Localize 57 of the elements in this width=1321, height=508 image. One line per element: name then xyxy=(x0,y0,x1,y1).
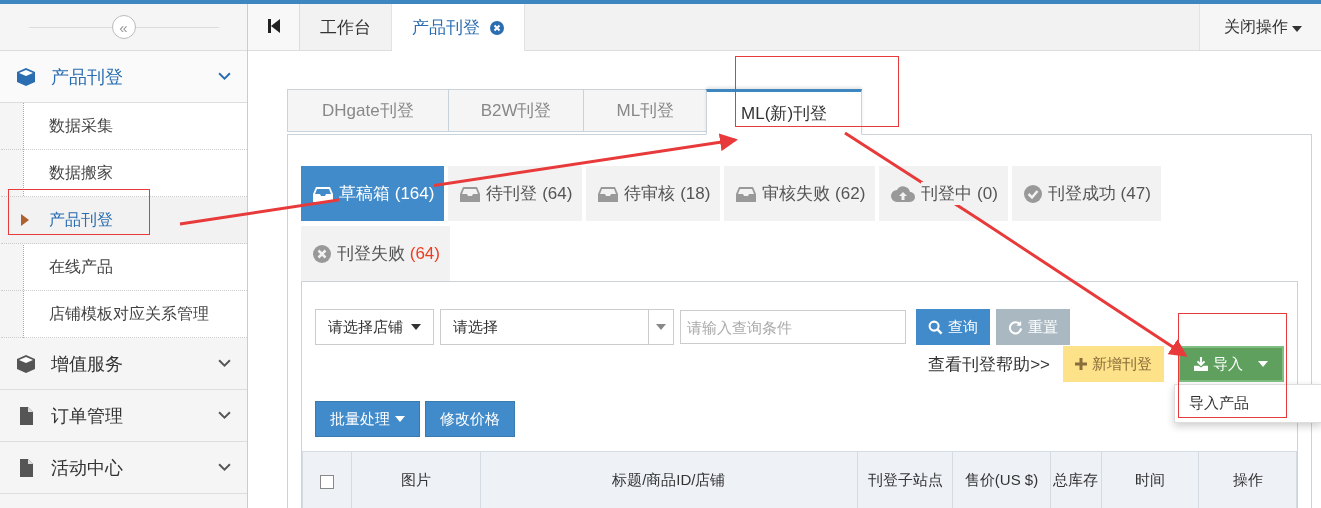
add-listing-button[interactable]: 新增刊登 xyxy=(1063,346,1164,382)
inbox-icon xyxy=(598,185,619,202)
status-tab[interactable]: 刊登失败 (64) xyxy=(301,226,450,281)
column-header: 标题/商品ID/店铺 xyxy=(480,451,858,508)
search-icon xyxy=(928,319,943,335)
status-tab[interactable]: 刊登成功 (47) xyxy=(1011,166,1161,221)
column-header: 图片 xyxy=(351,451,481,508)
caret-icon xyxy=(395,416,405,422)
help-link[interactable]: 查看刊登帮助>> xyxy=(928,352,1050,376)
menu-item[interactable]: 数据采集 xyxy=(1,103,247,150)
plus-icon xyxy=(1075,358,1087,370)
status-tab[interactable]: 草稿箱 (164) xyxy=(301,166,445,221)
check-circle-icon xyxy=(1023,184,1042,203)
close-operations-button[interactable]: 关闭操作 xyxy=(1198,4,1321,50)
inbox-icon xyxy=(313,185,333,202)
skip-back-icon xyxy=(267,18,280,33)
chevron-icon xyxy=(218,359,231,368)
select-field[interactable]: 请选择 xyxy=(440,309,674,345)
caret-icon xyxy=(1258,361,1268,367)
platform-tab[interactable]: ML(新)刊登 xyxy=(706,89,863,135)
edit-price-button[interactable]: 修改价格 xyxy=(425,401,515,437)
cloud-upload-icon xyxy=(891,185,916,202)
column-header: 时间 xyxy=(1101,451,1199,508)
column-header: 刊登子站点 xyxy=(857,451,953,508)
caret-icon xyxy=(411,324,421,330)
download-icon xyxy=(1194,357,1208,371)
menu-item[interactable]: 产品刊登 xyxy=(1,197,247,244)
menu-group[interactable]: 产品刊登 xyxy=(0,51,247,103)
chevron-icon xyxy=(218,72,231,81)
inbox-icon xyxy=(736,185,757,202)
cube-icon xyxy=(16,66,36,87)
status-tab[interactable]: 待审核 (18) xyxy=(586,166,721,221)
cube-icon xyxy=(16,353,36,374)
column-header: 总库存 xyxy=(1050,451,1102,508)
query-button[interactable]: 查询 xyxy=(916,309,990,345)
first-tab-button[interactable] xyxy=(248,4,300,50)
inbox-icon xyxy=(460,185,481,202)
column-header: 操作 xyxy=(1198,451,1297,508)
chevron-icon xyxy=(218,411,231,420)
refresh-icon xyxy=(1008,319,1023,335)
batch-button[interactable]: 批量处理 xyxy=(315,401,420,437)
checkbox[interactable] xyxy=(320,474,335,489)
shop-select[interactable]: 请选择店铺 xyxy=(315,309,434,345)
cross-circle-icon xyxy=(313,244,331,263)
page-tab[interactable]: 产品刊登 xyxy=(392,4,525,51)
caret-icon xyxy=(21,214,29,226)
chevron-icon xyxy=(218,463,231,472)
status-tab[interactable]: 审核失败 (62) xyxy=(724,166,876,221)
menu-item[interactable]: 在线产品 xyxy=(1,244,247,291)
caret-icon xyxy=(1292,25,1302,32)
status-tab[interactable]: 待刊登 (64) xyxy=(448,166,583,221)
search-field[interactable]: 请输入查询条件 xyxy=(680,310,906,344)
column-header: 售价(US $) xyxy=(952,451,1050,508)
menu-item[interactable]: 导入产品 xyxy=(1175,390,1321,417)
status-tab[interactable]: 刊登中 (0) xyxy=(879,166,1008,221)
caret-icon xyxy=(656,324,666,330)
close-icon[interactable] xyxy=(490,20,504,35)
